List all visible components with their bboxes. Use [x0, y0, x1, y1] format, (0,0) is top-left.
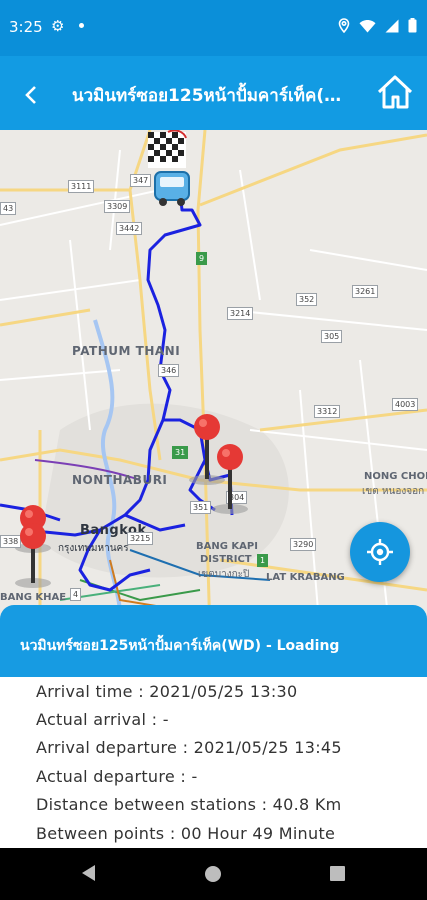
my-location-button[interactable] [350, 522, 410, 582]
road-shield: 351 [190, 501, 212, 514]
arrival-time: Arrival time : 2021/05/25 13:30 [36, 682, 298, 701]
label-district: DISTRICT [200, 554, 252, 565]
road-shield: 9 [196, 252, 208, 265]
status-time: 3:25 [9, 18, 43, 36]
road-shield: 3312 [314, 405, 341, 418]
location-icon [338, 18, 350, 33]
battery-icon [408, 18, 417, 33]
road-shield: 3309 [104, 200, 131, 213]
dot-icon [79, 23, 84, 28]
status-bar: 3:25 ⚙ [0, 0, 427, 56]
crosshair-icon [367, 539, 393, 565]
road-shield: 4 [70, 588, 82, 601]
app-bar: นวมินทร์ซอย125หน้าปั้มคาร์เท็ค(WD) - Loa… [0, 56, 427, 130]
station-sheet-header[interactable]: นวมินทร์ซอย125หน้าปั้มคาร์เท็ค(WD) - Loa… [0, 605, 427, 677]
road-shield: 3215 [127, 532, 154, 545]
road-shield: 3214 [227, 307, 254, 320]
road-shield: 352 [296, 293, 318, 306]
road-shield: 3111 [68, 180, 95, 193]
road-shield: 346 [158, 364, 180, 377]
road-shield: 31 [172, 446, 189, 459]
label-nonthaburi: NONTHABURI [72, 473, 168, 487]
label-nong-chok-thai: เขต หนองจอก [362, 486, 425, 497]
nav-recents-icon[interactable] [330, 866, 345, 881]
actual-departure: Actual departure : - [36, 767, 198, 786]
label-bang-kapi-thai: เขตบางกะปิ [198, 569, 250, 580]
wifi-icon [359, 19, 376, 32]
distance-between-stations: Distance between stations : 40.8 Km [36, 795, 342, 814]
road-shield: 4003 [392, 398, 419, 411]
page-title: นวมินทร์ซอย125หน้าปั้มคาร์เท็ค(WD) - Loa… [72, 86, 352, 106]
label-pathum-thani: PATHUM THANI [72, 344, 181, 358]
road-shield: 3261 [352, 285, 379, 298]
between-points-duration: Between points : 00 Hour 49 Minute [36, 824, 336, 843]
bus-icon [154, 171, 190, 206]
road-shield: 3290 [290, 538, 317, 551]
arrival-departure: Arrival departure : 2021/05/25 13:45 [36, 738, 342, 757]
red-pin-icon[interactable] [216, 443, 244, 511]
label-bang-khae: BANG KHAE [0, 592, 67, 603]
road-shield: 305 [321, 330, 343, 343]
road-shield: 43 [0, 202, 17, 215]
red-pin-icon[interactable] [19, 522, 47, 585]
station-details: Arrival time : 2021/05/25 13:30 Actual a… [0, 677, 427, 848]
label-bang-kapi: BANG KAPI [196, 541, 258, 552]
signal-icon [385, 19, 399, 32]
system-nav-bar [0, 848, 427, 900]
label-nong-chok: NONG CHOK [364, 471, 427, 482]
road-shield: 3442 [116, 222, 143, 235]
nav-home-icon[interactable] [205, 866, 221, 882]
chevron-left-icon [25, 86, 36, 104]
label-bangkok-thai: กรุงเทพมหานคร [58, 543, 129, 554]
gear-icon: ⚙ [51, 17, 65, 35]
road-shield: 1 [257, 554, 269, 567]
station-title: นวมินทร์ซอย125หน้าปั้มคาร์เท็ค(WD) - Loa… [20, 638, 340, 654]
label-lat-krabang: LAT KRABANG [266, 572, 345, 583]
actual-arrival: Actual arrival : - [36, 710, 169, 729]
back-button[interactable] [14, 78, 48, 112]
home-button[interactable] [375, 72, 415, 112]
home-icon [377, 75, 413, 109]
nav-back-icon[interactable] [82, 865, 95, 881]
status-icons [338, 18, 417, 33]
